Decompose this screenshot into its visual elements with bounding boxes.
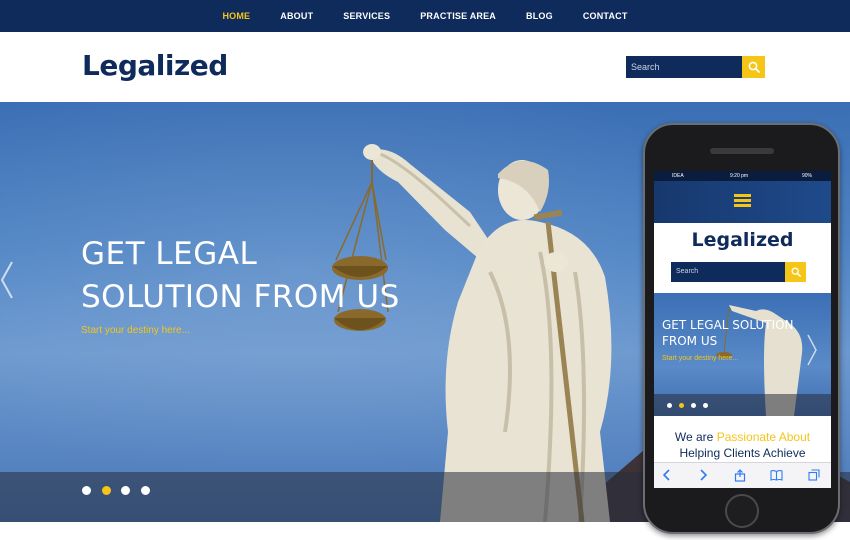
tabs-icon[interactable] xyxy=(808,469,820,481)
back-icon[interactable] xyxy=(662,469,672,481)
hero-title: GET LEGAL SOLUTION FROM US xyxy=(81,233,441,319)
phone-battery: 90% xyxy=(802,173,813,179)
phone-search-bar: Search xyxy=(671,262,806,282)
search-icon xyxy=(791,267,801,277)
phone-speaker xyxy=(710,148,774,154)
nav-about[interactable]: ABOUT xyxy=(280,11,313,21)
phone-carrier: IDEA xyxy=(672,173,684,179)
slider-dot-4[interactable] xyxy=(141,486,150,495)
page: HOME ABOUT SERVICES PRACTISE AREA BLOG C… xyxy=(0,0,850,540)
phone-screen: IDEA 9:20 pm 90% Legalized Search GET LE… xyxy=(654,171,831,488)
phone-slider-dot-4[interactable] xyxy=(703,403,708,408)
nav-home[interactable]: HOME xyxy=(222,11,250,21)
phone-logo[interactable]: Legalized xyxy=(654,229,831,251)
prev-slide-arrow-icon[interactable] xyxy=(0,260,14,300)
phone-hero-title: GET LEGAL SOLUTION FROM US xyxy=(662,318,794,348)
phone-home-button xyxy=(725,494,759,528)
hero-title-line-2: SOLUTION FROM US xyxy=(81,279,400,315)
site-header: Legalized xyxy=(0,32,850,102)
phone-search-input[interactable]: Search xyxy=(671,262,785,282)
phone-status-bar: IDEA 9:20 pm 90% xyxy=(654,171,831,181)
hero-subtitle: Start your destiny here... xyxy=(81,325,190,336)
phone-nav-bar xyxy=(654,181,831,223)
forward-icon[interactable] xyxy=(698,469,708,481)
phone-search-button[interactable] xyxy=(785,262,806,282)
nav-blog[interactable]: BLOG xyxy=(526,11,553,21)
phone-about-prefix: We are xyxy=(674,430,717,444)
bookmarks-icon[interactable] xyxy=(770,469,783,481)
phone-browser-toolbar xyxy=(654,462,831,488)
share-icon[interactable] xyxy=(734,469,746,482)
phone-time: 9:20 pm xyxy=(730,173,749,179)
hero-title-line-1: GET LEGAL xyxy=(81,236,258,272)
slider-dot-2[interactable] xyxy=(102,486,111,495)
phone-mockup: IDEA 9:20 pm 90% Legalized Search GET LE… xyxy=(643,123,840,534)
search-bar xyxy=(626,56,765,78)
site-logo[interactable]: Legalized xyxy=(82,49,228,82)
search-button[interactable] xyxy=(742,56,765,78)
phone-about-line-2: Helping Clients Achieve xyxy=(679,446,806,460)
phone-about-heading: We are Passionate About Helping Clients … xyxy=(654,429,831,461)
phone-hero-subtitle: Start your destiny here... xyxy=(662,355,739,362)
search-icon xyxy=(748,61,760,73)
phone-slider-dot-1[interactable] xyxy=(667,403,672,408)
search-input[interactable] xyxy=(626,56,742,78)
phone-hero-slider: GET LEGAL SOLUTION FROM US Start your de… xyxy=(654,293,831,416)
slider-dot-3[interactable] xyxy=(121,486,130,495)
nav-services[interactable]: SERVICES xyxy=(343,11,390,21)
top-nav: HOME ABOUT SERVICES PRACTISE AREA BLOG C… xyxy=(0,0,850,32)
nav-practise-area[interactable]: PRACTISE AREA xyxy=(420,11,496,21)
nav-contact[interactable]: CONTACT xyxy=(583,11,628,21)
phone-slider-dot-3[interactable] xyxy=(691,403,696,408)
slider-dot-1[interactable] xyxy=(82,486,91,495)
phone-next-slide-arrow-icon[interactable] xyxy=(806,333,818,367)
phone-about-highlight: Passionate About xyxy=(716,430,811,444)
phone-slider-dot-2[interactable] xyxy=(679,403,684,408)
hamburger-menu-icon[interactable] xyxy=(734,194,751,208)
